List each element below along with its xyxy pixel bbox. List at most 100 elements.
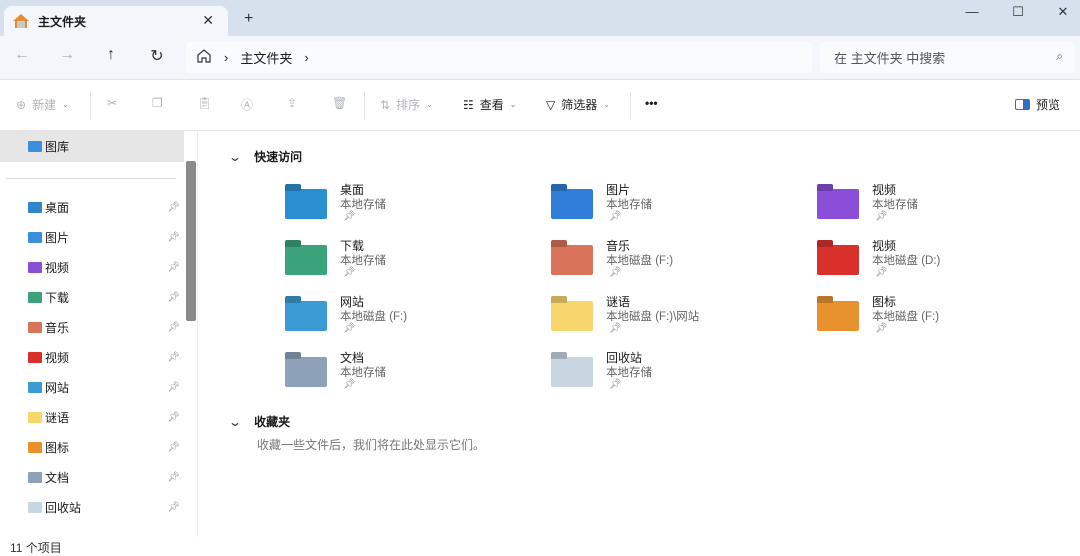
title-bar: 主文件夹 ✕ + — ☐ ✕ <box>0 0 1080 36</box>
sidebar-item[interactable]: 图片📌︎ <box>28 224 184 250</box>
address-bar[interactable]: › 主文件夹 › <box>186 42 812 73</box>
forward-button[interactable]: → <box>55 46 79 64</box>
search-icon[interactable]: ⌕ <box>1056 49 1063 64</box>
scrollbar-thumb[interactable] <box>186 161 196 321</box>
quick-access-item[interactable]: 文档本地存储📌︎ <box>285 349 535 399</box>
favorites-empty-message: 收藏一些文件后，我们将在此处显示它们。 <box>257 436 485 453</box>
chevron-down-icon: ⌄ <box>603 100 610 109</box>
divider <box>90 92 91 120</box>
folder-icon <box>28 382 42 393</box>
sidebar-item-label: 谜语 <box>45 409 69 426</box>
paste-icon: 📋︎ <box>197 96 212 110</box>
folder-icon <box>817 241 859 275</box>
filter-button[interactable]: ▽筛选器⌄ <box>546 96 610 113</box>
pin-icon: 📌︎ <box>167 292 180 303</box>
home-icon <box>12 13 30 29</box>
item-location: 本地存储 <box>340 364 386 380</box>
quick-access-item[interactable]: 回收站本地存储📌︎ <box>551 349 801 399</box>
sidebar-item[interactable]: 网站 📌︎ <box>28 374 184 400</box>
preview-pane-button[interactable]: 预览 <box>1015 96 1060 113</box>
pin-icon: 📌︎ <box>167 202 180 213</box>
sidebar-item[interactable]: 视频📌︎ <box>28 254 184 280</box>
folder-icon <box>817 297 859 331</box>
chevron-down-icon: ⌄ <box>426 100 433 109</box>
pin-icon: 📌︎ <box>167 262 180 273</box>
sidebar-item[interactable]: 谜语📌︎ <box>28 404 184 430</box>
sidebar-item-gallery[interactable]: 图库 <box>0 131 184 162</box>
pin-icon: 📌︎ <box>167 442 180 453</box>
sort-label: 排序 <box>396 96 420 113</box>
folder-icon <box>28 472 42 483</box>
navigation-bar: ← → ↑ ↻ › 主文件夹 › 在 主文件夹 中搜索 ⌕ <box>0 36 1080 80</box>
pin-icon: 📌︎ <box>167 472 180 483</box>
delete-button[interactable]: 🗑︎ <box>332 96 347 110</box>
folder-icon <box>285 185 327 219</box>
preview-label: 预览 <box>1036 96 1060 113</box>
sidebar-item[interactable]: 桌面📌︎ <box>28 194 184 220</box>
folder-icon <box>28 262 42 273</box>
folder-icon <box>285 241 327 275</box>
rename-button[interactable]: Ⓐ <box>241 96 253 113</box>
sidebar-item[interactable]: 视频 📌︎ <box>28 344 184 370</box>
chevron-down-icon[interactable]: ⌄ <box>228 415 242 429</box>
sidebar-item-label: 网站 <box>45 379 69 396</box>
filter-label: 筛选器 <box>561 96 597 113</box>
sidebar-item[interactable]: 下载📌︎ <box>28 284 184 310</box>
chevron-right-icon[interactable]: › <box>224 50 228 65</box>
pin-icon: 📌︎ <box>609 211 622 222</box>
minimize-button[interactable]: — <box>957 4 987 19</box>
sort-button[interactable]: ⇅ 排序 ⌄ <box>380 96 433 113</box>
refresh-button[interactable]: ↻ <box>145 46 169 66</box>
pin-icon: 📌︎ <box>875 211 888 222</box>
folder-icon <box>551 297 593 331</box>
pin-icon: 📌︎ <box>167 352 180 363</box>
quick-access-item[interactable]: 图片本地存储📌︎ <box>551 181 801 231</box>
section-title: 快速访问 <box>254 148 302 165</box>
breadcrumb-item[interactable]: 主文件夹 <box>240 48 292 67</box>
cut-button[interactable]: ✂ <box>107 96 117 110</box>
up-button[interactable]: ↑ <box>99 46 123 64</box>
divider <box>364 92 365 120</box>
quick-access-item[interactable]: 视频本地存储📌︎ <box>817 181 1067 231</box>
quick-access-item[interactable]: 下载本地存储📌︎ <box>285 237 535 287</box>
quick-access-item[interactable]: 图标本地磁盘 (F:)📌︎ <box>817 293 1067 343</box>
sort-icon: ⇅ <box>380 98 390 112</box>
new-button[interactable]: ⊕新建⌄ <box>16 96 69 113</box>
close-window-button[interactable]: ✕ <box>1048 4 1078 20</box>
pin-icon: 📌︎ <box>343 323 356 334</box>
item-location: 本地存储 <box>340 196 386 212</box>
pin-icon: 📌︎ <box>167 382 180 393</box>
quick-access-item[interactable]: 视频本地磁盘 (D:)📌︎ <box>817 237 1067 287</box>
sidebar-item[interactable]: 文档📌︎ <box>28 464 184 490</box>
sidebar-item-label: 音乐 <box>45 319 69 336</box>
tab-home-folder[interactable]: 主文件夹 ✕ <box>4 6 228 36</box>
folder-icon <box>285 297 327 331</box>
search-input[interactable]: 在 主文件夹 中搜索 ⌕ <box>820 42 1075 73</box>
sidebar-item[interactable]: 回收站📌︎ <box>28 494 184 520</box>
search-placeholder: 在 主文件夹 中搜索 <box>834 48 945 67</box>
quick-access-item[interactable]: 谜语本地磁盘 (F:)\网站📌︎ <box>551 293 801 343</box>
quick-access-item[interactable]: 音乐本地磁盘 (F:)📌︎ <box>551 237 801 287</box>
sidebar-item-label: 视频 <box>45 349 69 366</box>
item-location: 本地磁盘 (F:) <box>606 252 673 268</box>
sidebar-item[interactable]: 图标📌︎ <box>28 434 184 460</box>
view-button[interactable]: ☷查看⌄ <box>463 96 516 113</box>
paste-button[interactable]: 📋︎ <box>197 96 212 110</box>
close-tab-button[interactable]: ✕ <box>202 12 214 29</box>
copy-button[interactable]: ❐ <box>152 96 163 110</box>
chevron-down-icon[interactable]: ⌄ <box>228 150 242 164</box>
more-options-button[interactable]: ••• <box>645 96 658 110</box>
quick-access-header[interactable]: ⌄ 快速访问 <box>230 148 302 165</box>
new-tab-button[interactable]: + <box>244 10 253 28</box>
quick-access-item[interactable]: 桌面本地存储📌︎ <box>285 181 535 231</box>
sidebar-item[interactable]: 音乐📌︎ <box>28 314 184 340</box>
back-button[interactable]: ← <box>10 46 34 64</box>
favorites-header[interactable]: ⌄ 收藏夹 <box>230 413 290 430</box>
share-button[interactable]: ⇪ <box>287 96 297 110</box>
status-item-count: 11 个项目 <box>10 539 62 556</box>
home-icon[interactable] <box>196 48 212 67</box>
quick-access-item[interactable]: 网站本地磁盘 (F:)📌︎ <box>285 293 535 343</box>
chevron-right-icon[interactable]: › <box>304 50 308 65</box>
maximize-button[interactable]: ☐ <box>1003 4 1033 20</box>
pin-icon: 📌︎ <box>875 267 888 278</box>
